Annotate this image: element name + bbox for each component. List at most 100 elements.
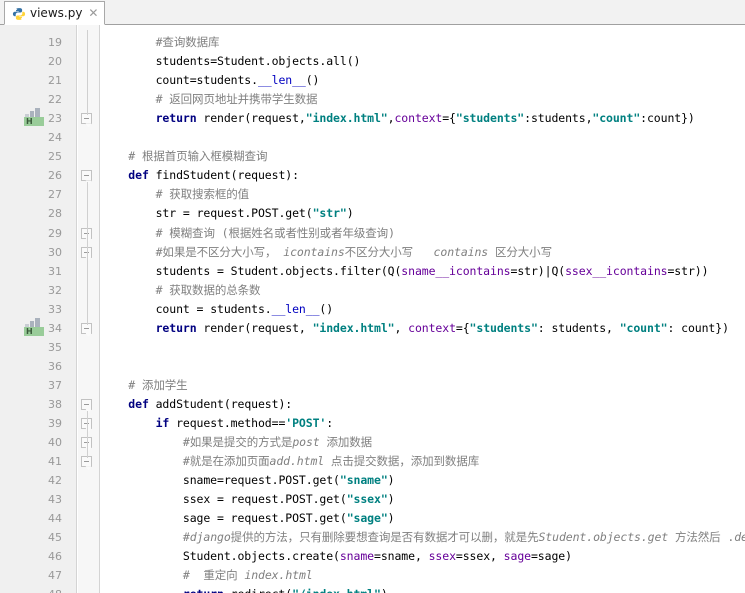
vcs-gutter-marker[interactable]: H <box>24 108 44 127</box>
code-fold-toggle[interactable] <box>81 398 92 410</box>
line-number: 24 <box>48 131 62 145</box>
line-number: 31 <box>48 264 62 278</box>
code-line[interactable]: 37 # 添加学生 <box>0 376 745 395</box>
line-number: 40 <box>48 436 62 450</box>
line-number: 47 <box>48 569 62 583</box>
code-line-text: count=students.__len__() <box>155 73 320 88</box>
code-editor[interactable]: 19 #查询数据库 20 students=Student.objects.all… <box>0 25 745 593</box>
line-number: 39 <box>48 417 62 430</box>
code-line[interactable]: 19 #查询数据库 <box>0 33 745 52</box>
line-number: 38 <box>48 397 62 411</box>
code-line[interactable]: 44 sage = request.POST.get("sage") <box>0 509 745 528</box>
line-number: 33 <box>48 302 62 316</box>
code-line-text: # 重定向 index.html <box>182 568 313 583</box>
code-line[interactable]: 32 # 获取数据的总条数 <box>0 281 745 300</box>
code-line-text: ssex = request.POST.get("ssex") <box>182 492 395 507</box>
code-line[interactable]: 41 #就是在添加页面add.html 点击提交数据，添加到数据库 <box>0 452 745 471</box>
vcs-gutter-marker[interactable]: H <box>24 317 44 336</box>
code-line-text: sname=request.POST.get("sname") <box>182 473 395 488</box>
code-line[interactable]: 42 sname=request.POST.get("sname") <box>0 471 745 490</box>
line-number: 21 <box>48 74 62 88</box>
code-line-text: # 获取搜索框的值 <box>155 187 250 202</box>
python-file-icon <box>12 6 26 20</box>
code-line[interactable]: 48 return redirect("/index.html") <box>0 585 745 593</box>
line-number: 25 <box>48 150 62 164</box>
line-number: 30 <box>48 245 62 259</box>
code-line-text: return render(request, "index.html", con… <box>155 320 729 335</box>
code-line[interactable]: 45 #django提供的方法，只有删除要想查询是否有数据才可以删，就是先Stu… <box>0 528 745 547</box>
code-line[interactable]: 31 students = Student.objects.filter(Q(s… <box>0 262 745 281</box>
line-number: 36 <box>48 359 62 373</box>
code-line[interactable]: 33 count = students.__len__() <box>0 300 745 319</box>
code-line-text: #django提供的方法，只有删除要想查询是否有数据才可以删，就是先Studen… <box>182 530 745 545</box>
line-number: 45 <box>48 531 62 545</box>
line-number: 35 <box>48 340 62 354</box>
code-line[interactable]: 26 def findStudent(request): <box>0 166 745 185</box>
code-line-text: if request.method=='POST': <box>155 416 334 430</box>
code-line[interactable]: 21 count=students.__len__() <box>0 71 745 90</box>
code-line[interactable]: 25 # 根据首页输入框模糊查询 <box>0 147 745 166</box>
code-line-text: # 根据首页输入框模糊查询 <box>128 149 268 164</box>
line-number: 32 <box>48 283 62 297</box>
code-line-text: #就是在添加页面add.html 点击提交数据，添加到数据库 <box>182 454 480 469</box>
code-line[interactable]: 40 #如果是提交的方式是post 添加数据 <box>0 433 745 452</box>
code-line-text: count = students.__len__() <box>155 301 334 316</box>
close-icon[interactable]: ✕ <box>88 7 98 19</box>
code-line[interactable]: 29 # 模糊查询 (根据姓名或者性别或者年级查询) <box>0 224 745 243</box>
code-line[interactable]: 30 #如果是不区分大小写， icontains不区分大小写 contains … <box>0 243 745 262</box>
editor-tab-views-py[interactable]: views.py ✕ <box>4 1 106 25</box>
code-line-text: #如果是不区分大小写， icontains不区分大小写 contains 区分大… <box>155 244 552 259</box>
code-line-text: # 模糊查询 (根据姓名或者性别或者年级查询) <box>155 225 395 240</box>
code-line[interactable]: 27 # 获取搜索框的值 <box>0 185 745 204</box>
code-line[interactable]: 23 H return render(request,"index.html",c… <box>0 108 745 128</box>
ide-window: views.py ✕ 19 #查询数据库 20 students=Student.… <box>0 0 745 593</box>
code-line[interactable]: 35 <box>0 338 745 357</box>
code-line-text: #如果是提交的方式是post 添加数据 <box>182 435 373 450</box>
line-number: 20 <box>48 55 62 69</box>
code-line[interactable]: 20 students=Student.objects.all() <box>0 52 745 71</box>
fold-guide-line <box>87 182 88 325</box>
code-line-text: def addStudent(request): <box>128 396 293 411</box>
editor-tab-bar: views.py ✕ <box>0 0 745 25</box>
line-number: 26 <box>48 169 62 183</box>
line-number: 44 <box>48 512 62 526</box>
code-line[interactable]: 24 <box>0 128 745 147</box>
code-line-text: # 添加学生 <box>128 377 188 392</box>
code-line[interactable]: 39 if request.method=='POST': <box>0 414 745 433</box>
code-line-text: def findStudent(request): <box>128 168 299 183</box>
code-line-text: Student.objects.create(sname=sname, ssex… <box>182 549 572 564</box>
line-number: 46 <box>48 550 62 564</box>
line-number: 43 <box>48 493 62 507</box>
code-line-text: # 获取数据的总条数 <box>155 282 261 297</box>
code-line-text: return redirect("/index.html") <box>101 585 388 593</box>
line-number: 19 <box>48 36 62 49</box>
code-line[interactable]: 34 H return render(request, "index.html",… <box>0 317 745 338</box>
code-line-text: students = Student.objects.filter(Q(snam… <box>155 263 709 278</box>
fold-guide-line <box>87 29 88 116</box>
code-line-text: #查询数据库 <box>155 35 220 49</box>
code-line-text: # 返回网页地址并携带学生数据 <box>155 92 318 107</box>
code-line-text: students=Student.objects.all() <box>155 54 361 69</box>
line-number: 37 <box>48 378 62 392</box>
html-badge: H <box>24 117 44 127</box>
editor-tab-label: views.py <box>30 6 83 20</box>
code-line-text: sage = request.POST.get("sage") <box>182 511 395 526</box>
code-fold-toggle[interactable] <box>81 170 92 182</box>
code-line[interactable]: 43 ssex = request.POST.get("ssex") <box>0 490 745 509</box>
line-number: 48 <box>0 585 62 593</box>
line-number: 29 <box>48 226 62 240</box>
code-line-text: return render(request,"index.html",conte… <box>155 111 695 126</box>
code-line[interactable]: 46 Student.objects.create(sname=sname, s… <box>0 547 745 566</box>
line-number: 41 <box>48 455 62 469</box>
line-number: 22 <box>48 93 62 107</box>
fold-guide-line <box>87 410 88 459</box>
line-number: 42 <box>48 474 62 488</box>
code-line-text: str = request.POST.get("str") <box>155 206 354 221</box>
code-line[interactable]: 22 # 返回网页地址并携带学生数据 <box>0 90 745 109</box>
line-number: 28 <box>48 207 62 221</box>
code-line[interactable]: 36 <box>0 357 745 376</box>
code-line[interactable]: 38 def addStudent(request): <box>0 395 745 414</box>
code-line[interactable]: 47 # 重定向 index.html <box>0 566 745 585</box>
code-line[interactable]: 28 str = request.POST.get("str") <box>0 204 745 223</box>
html-badge: H <box>24 326 44 336</box>
